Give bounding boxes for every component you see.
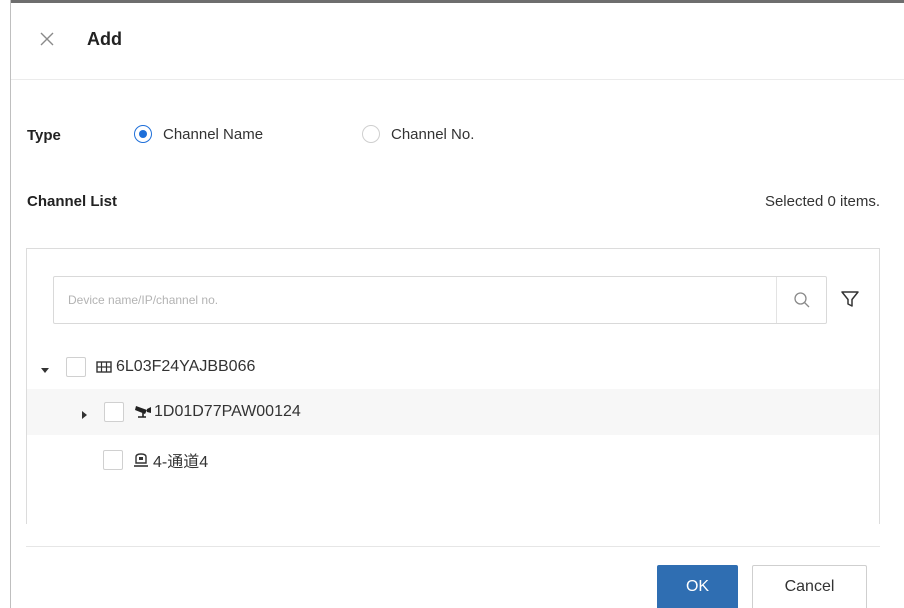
cancel-button[interactable]: Cancel xyxy=(752,565,867,608)
radio-unselected-icon[interactable] xyxy=(362,125,380,143)
selected-count: Selected 0 items. xyxy=(764,193,880,210)
tree-node-camera[interactable]: 1D01D77PAW00124 xyxy=(27,389,879,435)
tree-node-label: 4-通道4 xyxy=(153,454,209,471)
filter-icon[interactable] xyxy=(840,289,860,309)
tree-checkbox[interactable] xyxy=(104,402,124,422)
caret-down-icon[interactable] xyxy=(40,362,50,373)
close-icon[interactable] xyxy=(37,29,57,49)
dialog-title: Add xyxy=(87,29,122,49)
ok-button[interactable]: OK xyxy=(657,565,738,608)
dialog-left-border xyxy=(10,0,11,608)
search-box xyxy=(53,276,827,324)
tree-checkbox[interactable] xyxy=(103,450,123,470)
nvr-device-icon xyxy=(96,359,112,375)
channel-list-label: Channel List xyxy=(27,193,118,210)
radio-channel-name[interactable]: Channel Name xyxy=(134,125,263,143)
channel-icon xyxy=(133,452,149,468)
search-button[interactable] xyxy=(776,277,826,323)
footer-divider xyxy=(26,546,880,547)
search-input[interactable] xyxy=(54,277,776,323)
dialog-header: Add xyxy=(11,3,904,80)
radio-channel-no-label: Channel No. xyxy=(391,125,475,143)
radio-selected-icon[interactable] xyxy=(134,125,152,143)
radio-channel-no[interactable]: Channel No. xyxy=(362,125,474,143)
search-icon xyxy=(793,292,809,308)
tree-node-label: 1D01D77PAW00124 xyxy=(154,403,301,420)
tree-node-device[interactable]: 6L03F24YAJBB066 xyxy=(27,344,879,390)
tree-node-channel[interactable]: 4-通道4 xyxy=(27,437,879,483)
caret-right-icon[interactable] xyxy=(79,407,89,419)
camera-device-icon xyxy=(134,404,151,420)
type-label: Type xyxy=(27,127,61,144)
tree-node-label: 6L03F24YAJBB066 xyxy=(116,358,256,375)
radio-channel-name-label: Channel Name xyxy=(163,125,264,143)
tree-checkbox[interactable] xyxy=(66,357,86,377)
